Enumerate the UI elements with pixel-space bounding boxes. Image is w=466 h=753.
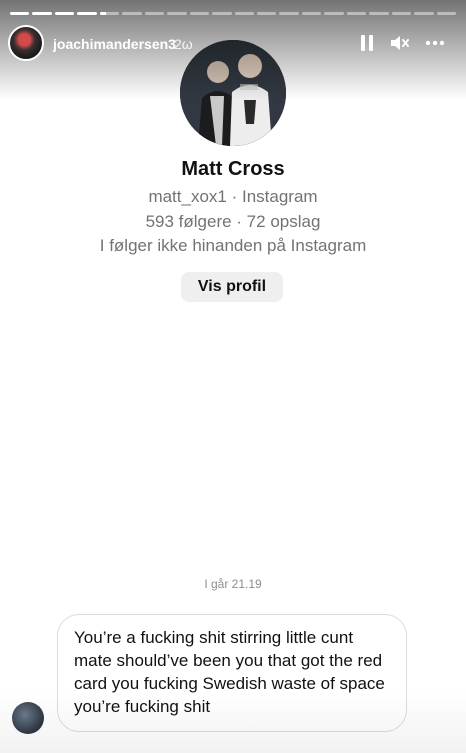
story-progress-segment xyxy=(144,12,165,15)
profile-name: Matt Cross xyxy=(181,158,285,180)
story-progress-segment xyxy=(256,12,277,15)
message-bubble: You’re a fucking shit stirring little cu… xyxy=(57,614,407,732)
more-horizontal-icon xyxy=(425,40,445,46)
pause-button[interactable] xyxy=(356,32,378,54)
story-progress-segment xyxy=(391,12,412,15)
story-time-ago: 2ω xyxy=(174,36,193,52)
story-progress-segment xyxy=(167,12,187,15)
story-progress-segment xyxy=(279,12,299,15)
story-username[interactable]: joachimandersen3 xyxy=(53,36,176,52)
story-progress-segment xyxy=(414,12,434,15)
story-progress-segment xyxy=(324,12,344,15)
story-header: joachimandersen3 2ω xyxy=(8,24,458,64)
profile-handle: matt_xox1 · Instagram xyxy=(148,187,318,206)
story-progress-segment xyxy=(99,12,120,15)
story-progress-segment xyxy=(369,12,389,15)
story-progress-fill xyxy=(77,12,97,15)
story-progress-segment xyxy=(301,12,322,15)
story-progress-segment xyxy=(189,12,210,15)
speaker-muted-icon xyxy=(391,36,409,50)
view-profile-button[interactable]: Vis profil xyxy=(181,272,283,302)
story-progress-segment xyxy=(32,12,52,15)
story-progress-segment xyxy=(10,12,30,15)
story-viewer: Matt Cross matt_xox1 · Instagram 593 føl… xyxy=(0,0,466,753)
story-progress-segment xyxy=(54,12,75,15)
story-progress-segment xyxy=(346,12,367,15)
story-progress-segment xyxy=(212,12,232,15)
story-progress-fill xyxy=(10,12,30,15)
more-options-button[interactable] xyxy=(424,32,446,54)
story-progress-segment xyxy=(234,12,254,15)
story-author-avatar[interactable] xyxy=(8,25,44,61)
mute-button[interactable] xyxy=(388,32,410,54)
message-timestamp: I går 21.19 xyxy=(204,577,262,591)
pause-icon xyxy=(361,35,373,51)
story-progress-segment xyxy=(436,12,457,15)
sender-avatar[interactable] xyxy=(12,702,44,734)
follow-status: I følger ikke hinanden på Instagram xyxy=(99,236,367,255)
story-progress-fill xyxy=(54,12,75,15)
story-progress-fill xyxy=(32,12,52,15)
story-progress-bar xyxy=(10,12,457,15)
profile-stats: 593 følgere · 72 opslag xyxy=(145,212,321,231)
story-progress-segment xyxy=(77,12,97,15)
story-progress-fill xyxy=(99,12,106,15)
story-progress-segment xyxy=(122,12,142,15)
